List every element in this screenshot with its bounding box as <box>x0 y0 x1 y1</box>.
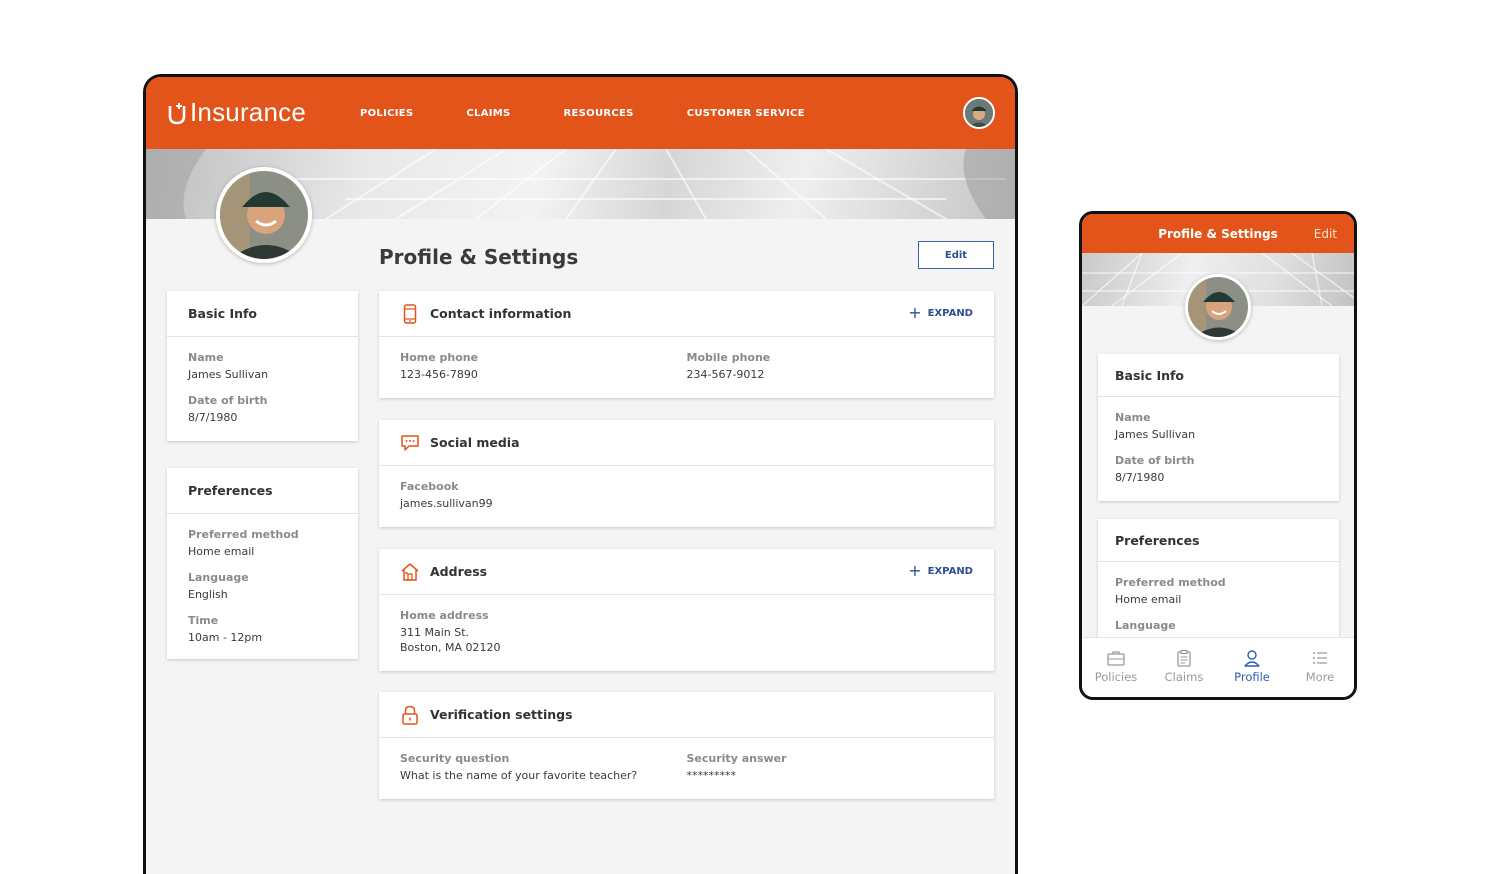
mobile-edit-button[interactable]: Edit <box>1314 227 1337 241</box>
facebook-value: james.sullivan99 <box>400 497 493 510</box>
dob-label: Date of birth <box>188 394 268 407</box>
card-header: Basic Info <box>1098 354 1339 397</box>
name-value: James Sullivan <box>188 368 269 381</box>
brand-logo[interactable]: Insurance <box>166 97 306 128</box>
chat-icon <box>400 433 420 453</box>
tab-label: More <box>1305 670 1335 684</box>
time-label: Time <box>188 614 219 627</box>
home-phone-label: Home phone <box>400 351 479 364</box>
mobile-basic-info-card: Basic Info Name James Sullivan Date of b… <box>1098 354 1339 501</box>
nav-policies[interactable]: POLICIES <box>360 108 413 119</box>
home-icon <box>400 562 420 582</box>
security-answer-label: Security answer <box>686 752 787 765</box>
method-value: Home email <box>1115 593 1182 606</box>
dob-value: 8/7/1980 <box>1115 471 1165 484</box>
mobile-tab-bar: Policies Claims Profile More <box>1082 637 1354 697</box>
mobile-phone-value: 234-567-9012 <box>686 368 765 381</box>
top-navigation-bar: Insurance POLICIES CLAIMS RESOURCES CUST… <box>146 77 1015 149</box>
address-line-2: Boston, MA 02120 <box>400 641 501 654</box>
mobile-frame: Profile & Settings Edit Basic Info Name … <box>1079 211 1357 700</box>
address-line-1: 311 Main St. <box>400 626 470 639</box>
edit-button[interactable]: Edit <box>918 241 994 269</box>
lock-icon <box>400 705 420 725</box>
main-nav: POLICIES CLAIMS RESOURCES CUSTOMER SERVI… <box>360 77 858 149</box>
clipboard-icon <box>1177 649 1191 667</box>
phone-icon <box>400 303 420 324</box>
briefcase-icon <box>1107 651 1125 666</box>
expand-label: EXPAND <box>927 307 973 319</box>
card-header: Contact information + EXPAND <box>379 291 994 337</box>
preferences-card: Preferences Preferred method Home email … <box>167 468 358 659</box>
card-header: Basic Info <box>167 291 358 337</box>
home-phone-value: 123-456-7890 <box>400 368 478 381</box>
page-title: Profile & Settings <box>379 245 579 269</box>
name-label: Name <box>188 351 224 364</box>
tab-policies[interactable]: Policies <box>1082 638 1150 697</box>
basic-info-card: Basic Info Name James Sullivan Date of b… <box>167 291 358 441</box>
social-media-card: Social media Facebook james.sullivan99 <box>379 420 994 527</box>
tab-claims[interactable]: Claims <box>1150 638 1218 697</box>
method-label: Preferred method <box>1115 576 1226 589</box>
security-question-label: Security question <box>400 752 510 765</box>
expand-label: EXPAND <box>927 565 973 577</box>
tab-label: Policies <box>1094 670 1138 684</box>
address-card: Address + EXPAND Home address 311 Main S… <box>379 549 994 671</box>
address-expand-button[interactable]: + EXPAND <box>908 561 973 580</box>
mobile-header-bar: Profile & Settings Edit <box>1082 214 1354 253</box>
language-label: Language <box>188 571 249 584</box>
plus-icon: + <box>908 561 922 580</box>
user-avatar-menu[interactable] <box>963 97 995 129</box>
desktop-frame: Insurance POLICIES CLAIMS RESOURCES CUST… <box>143 74 1018 874</box>
tab-more[interactable]: More <box>1286 638 1354 697</box>
card-header: Social media <box>379 420 994 466</box>
method-value: Home email <box>188 545 255 558</box>
dob-value: 8/7/1980 <box>188 411 238 424</box>
method-label: Preferred method <box>188 528 299 541</box>
card-title: Preferences <box>188 483 273 498</box>
nav-claims[interactable]: CLAIMS <box>466 108 510 119</box>
card-title: Social media <box>430 435 520 450</box>
dob-label: Date of birth <box>1115 454 1195 467</box>
logo-text: Insurance <box>190 97 306 127</box>
language-label: Language <box>1115 619 1176 632</box>
security-question-value: What is the name of your favorite teache… <box>400 769 638 782</box>
card-title: Contact information <box>430 306 572 321</box>
name-value: James Sullivan <box>1115 428 1196 441</box>
tab-label: Profile <box>1234 670 1270 684</box>
plus-icon: + <box>908 303 922 322</box>
verification-settings-card: Verification settings Security question … <box>379 692 994 799</box>
security-answer-value: ********* <box>686 769 737 782</box>
card-title: Address <box>430 564 488 579</box>
profile-photo <box>216 167 312 263</box>
home-address-label: Home address <box>400 609 489 622</box>
card-title: Verification settings <box>430 707 573 722</box>
contact-expand-button[interactable]: + EXPAND <box>908 303 973 322</box>
card-header: Preferences <box>1098 519 1339 562</box>
tab-label: Claims <box>1164 670 1204 684</box>
card-header: Verification settings <box>379 692 994 738</box>
card-title: Basic Info <box>1115 367 1185 383</box>
mobile-phone-label: Mobile phone <box>686 351 771 364</box>
time-value: 10am - 12pm <box>188 631 263 644</box>
nav-resources[interactable]: RESOURCES <box>564 108 634 119</box>
tab-profile[interactable]: Profile <box>1218 638 1286 697</box>
card-title: Basic Info <box>188 306 258 321</box>
name-label: Name <box>1115 411 1151 424</box>
logo-mark-icon <box>166 100 188 126</box>
mobile-profile-photo <box>1185 274 1251 340</box>
card-header: Preferences <box>167 468 358 514</box>
facebook-label: Facebook <box>400 480 459 493</box>
person-icon <box>1244 650 1260 667</box>
language-value: English <box>188 588 228 601</box>
contact-information-card: Contact information + EXPAND Home phone … <box>379 291 994 398</box>
card-header: Address + EXPAND <box>379 549 994 595</box>
card-title: Preferences <box>1115 532 1200 548</box>
list-icon <box>1313 652 1327 664</box>
nav-customer-service[interactable]: CUSTOMER SERVICE <box>687 108 805 119</box>
